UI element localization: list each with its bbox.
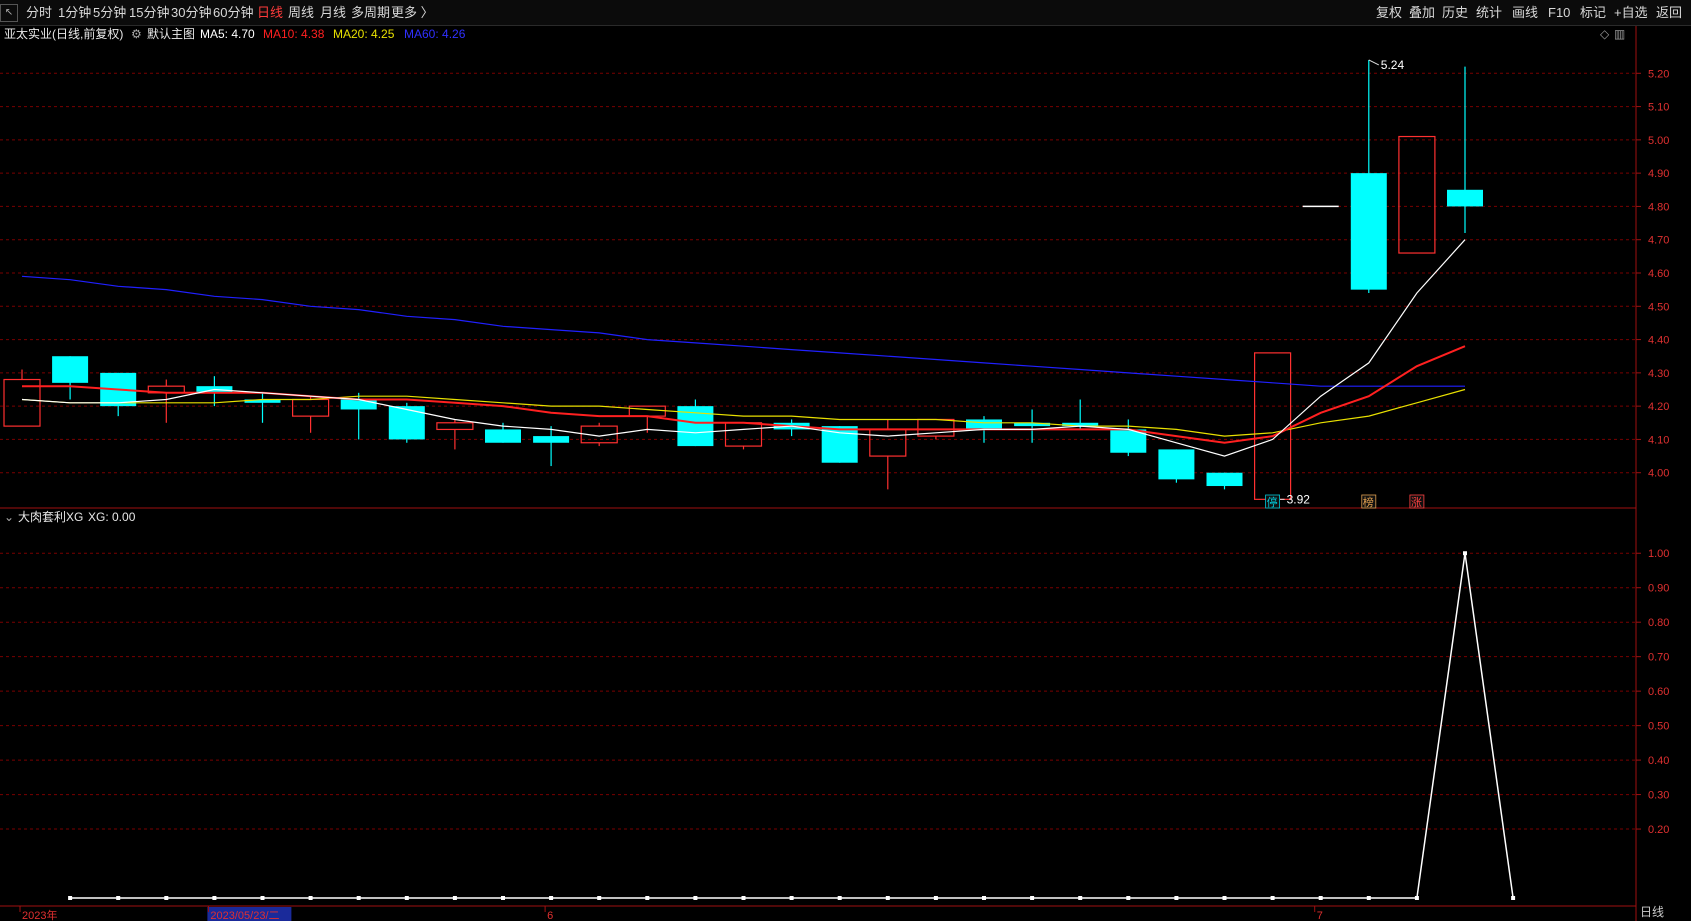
ma60-line	[21, 275, 1465, 387]
high-price-label: 5.24	[1381, 58, 1405, 72]
y-tick-label: 4.50	[1648, 301, 1669, 313]
event-marker: 涨	[1411, 496, 1422, 509]
xg-point	[1463, 551, 1467, 556]
y-tick-label: 0.20	[1648, 824, 1669, 836]
y-tick-label: 0.60	[1648, 686, 1669, 698]
y-tick-label: 4.80	[1648, 201, 1669, 213]
x-tick-label: 7	[1317, 910, 1323, 921]
candle-body	[388, 406, 425, 440]
period-mode-label: 日线	[1640, 905, 1665, 919]
xg-point	[693, 896, 698, 900]
xg-point	[1366, 896, 1371, 900]
y-tick-label: 4.60	[1648, 268, 1669, 280]
candle-body	[340, 399, 377, 410]
xg-point	[645, 896, 650, 900]
candle-body	[1206, 472, 1243, 487]
y-tick-label: 0.70	[1648, 652, 1669, 664]
candle-body	[52, 356, 89, 383]
y-tick-label: 0.40	[1648, 755, 1669, 767]
x-tick-label: 2023/05/23/二	[210, 910, 279, 921]
xg-point	[356, 896, 361, 900]
candle-body	[1253, 352, 1292, 500]
candle-body	[966, 419, 1002, 430]
xg-point	[1078, 896, 1083, 900]
xg-point	[1126, 896, 1131, 900]
candle-body	[1447, 189, 1483, 207]
y-tick-label: 5.00	[1648, 135, 1669, 147]
xg-point	[1270, 896, 1275, 900]
candle-body	[724, 422, 763, 447]
event-marker: 停	[1267, 495, 1278, 509]
xg-point	[68, 896, 73, 900]
xg-point	[789, 896, 794, 900]
candle-body	[628, 405, 666, 417]
y-tick-label: 4.30	[1648, 368, 1669, 380]
xg-point	[164, 896, 169, 900]
xg-point	[1030, 896, 1035, 900]
xg-point	[1318, 896, 1323, 900]
x-tick-label: 2023年	[22, 908, 57, 921]
xg-point	[837, 896, 842, 900]
xg-point	[1174, 896, 1179, 900]
y-tick-label: 5.10	[1648, 102, 1669, 114]
candle-body	[533, 436, 570, 443]
candle-body	[1398, 135, 1436, 254]
xg-point	[741, 896, 746, 900]
candle-body	[869, 428, 907, 457]
y-tick-label: 4.10	[1648, 434, 1669, 446]
y-tick-label: 0.30	[1648, 790, 1669, 802]
y-tick-label: 0.50	[1648, 721, 1669, 733]
candle-body	[292, 398, 330, 417]
candle-body	[436, 422, 474, 431]
xg-point	[549, 896, 554, 900]
event-marker: 榜	[1363, 495, 1374, 509]
high-pointer	[1368, 59, 1380, 66]
xg-point	[597, 896, 602, 900]
y-tick-label: 4.40	[1648, 335, 1669, 347]
xg-point	[1222, 896, 1227, 900]
xg-point	[212, 896, 217, 900]
ma10-line	[22, 345, 1466, 444]
xg-point	[1511, 896, 1516, 900]
y-tick-label: 4.00	[1648, 468, 1669, 480]
xg-point	[1414, 896, 1419, 900]
xg-point	[404, 896, 409, 900]
x-tick-label: 6	[547, 910, 553, 921]
y-tick-label: 0.90	[1648, 583, 1669, 595]
candle-body	[485, 429, 521, 443]
candle-body	[1350, 173, 1387, 290]
xg-point	[885, 896, 890, 900]
xg-point	[260, 896, 265, 900]
y-tick-label: 5.20	[1648, 68, 1669, 80]
xg-point	[982, 896, 986, 900]
xg-point	[501, 896, 505, 900]
y-tick-label: 4.20	[1648, 401, 1669, 413]
xg-point	[116, 896, 121, 900]
xg-point	[933, 896, 938, 900]
xg-point	[308, 896, 313, 900]
chart-canvas: 4.00 4.10 4.20 4.30 4.40 4.50 4.60 4.70 4.80 4.90…	[0, 26, 1669, 921]
candle-body	[1158, 449, 1195, 480]
y-tick-label: 4.90	[1648, 168, 1669, 180]
y-tick-label: 0.80	[1648, 617, 1669, 629]
low-price-label: 3.92	[1287, 492, 1311, 506]
y-tick-label: 4.70	[1648, 235, 1669, 247]
xg-point	[452, 896, 457, 900]
y-tick-label: 1.00	[1648, 548, 1669, 560]
